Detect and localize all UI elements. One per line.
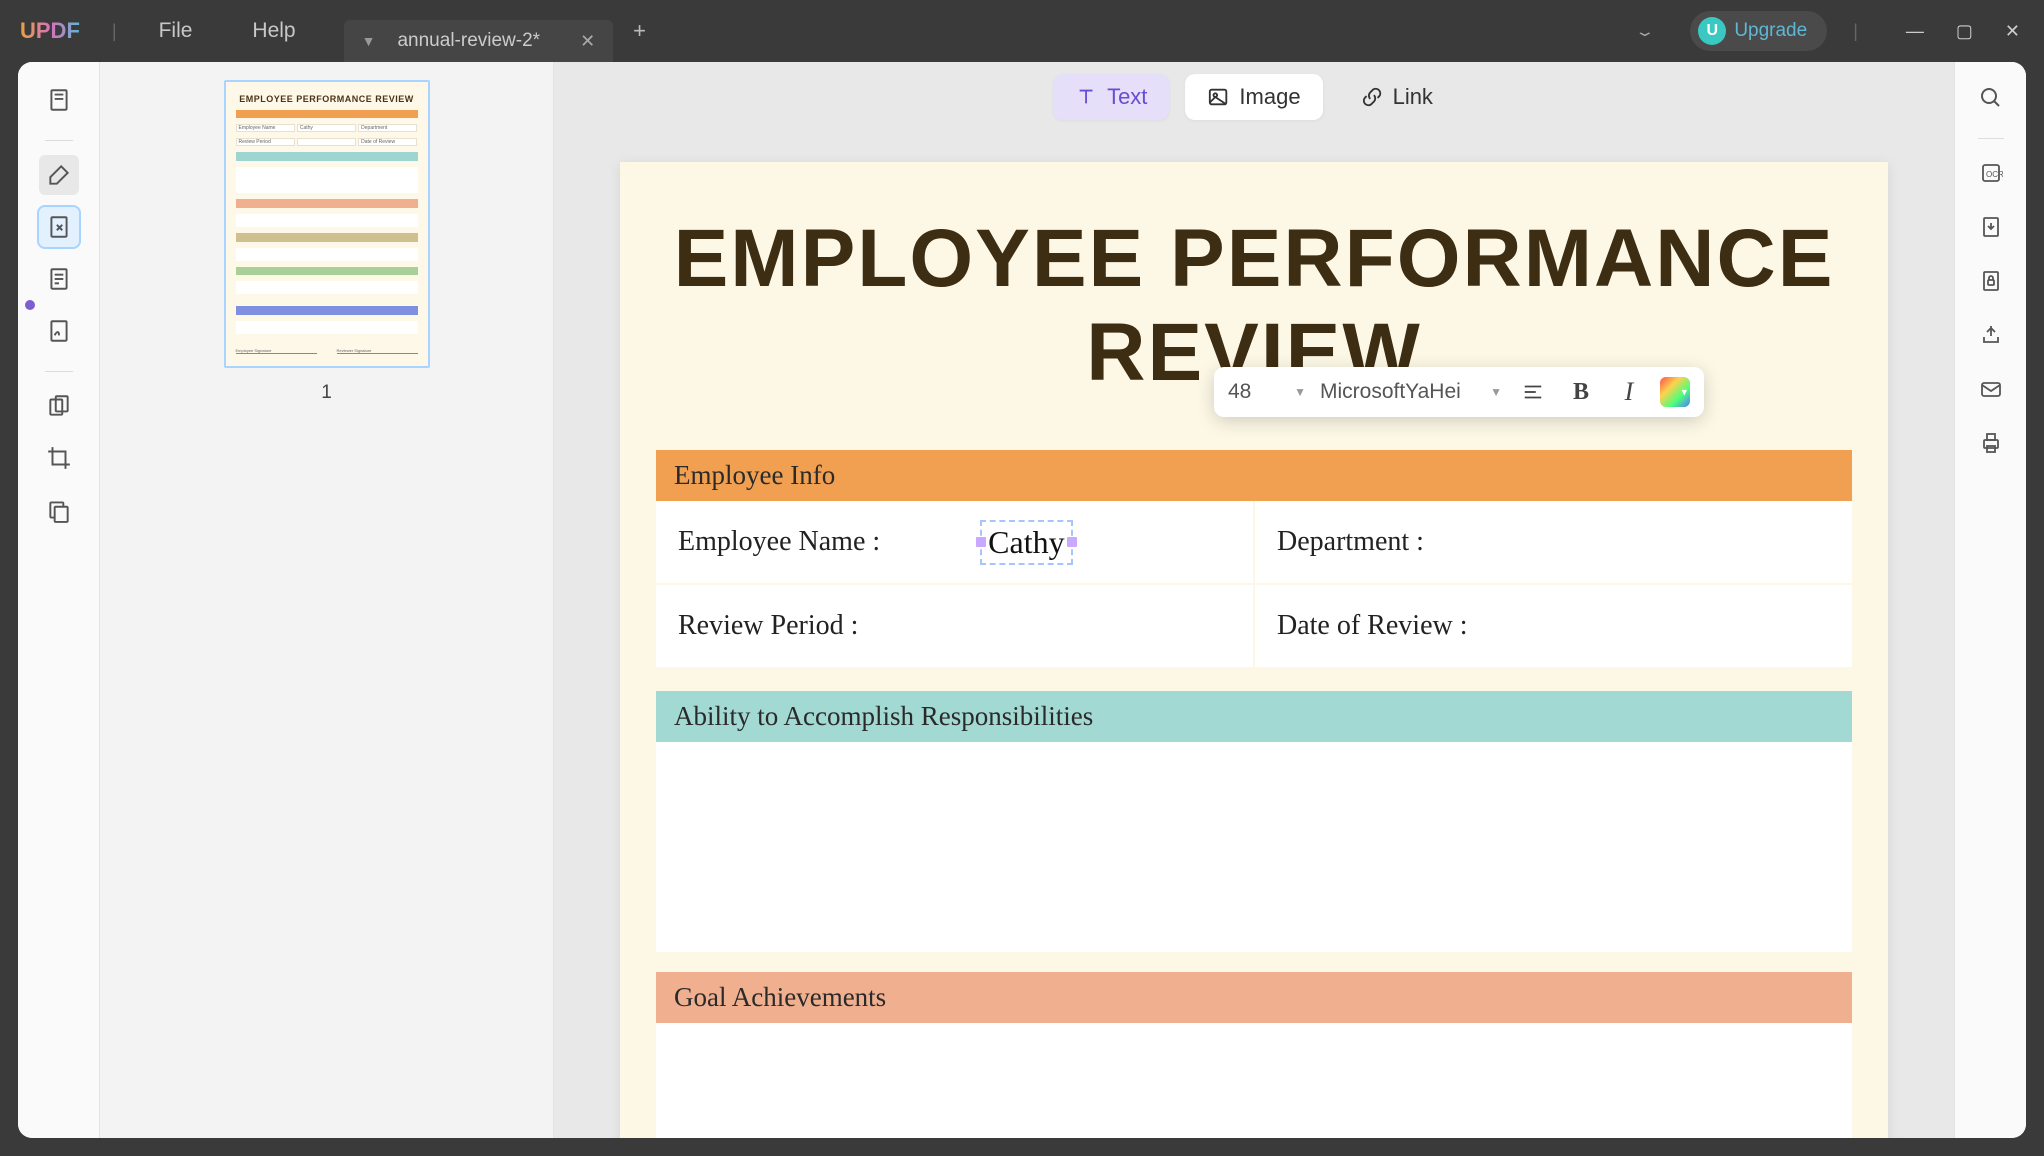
view-tool-button[interactable] xyxy=(39,80,79,120)
print-button[interactable] xyxy=(1973,425,2009,461)
thumb-title: EMPLOYEE PERFORMANCE REVIEW xyxy=(236,94,418,104)
section-header-employee-info[interactable]: Employee Info xyxy=(656,450,1852,501)
image-icon xyxy=(1207,86,1229,108)
chevron-down-icon: ▼ xyxy=(1490,385,1502,399)
crop-tool-button[interactable] xyxy=(39,438,79,478)
titlebar: UPDF | File Help ▼ annual-review-2* ✕ + … xyxy=(0,0,2044,62)
image-mode-label: Image xyxy=(1239,84,1300,110)
document-area: Text Image Link EMPLOYEE PERFORMANCE REV… xyxy=(554,62,1954,1138)
date-of-review-cell[interactable]: Date of Review : xyxy=(1255,585,1852,667)
text-format-toolbar: 48 ▼ MicrosoftYaHei ▼ B I ▾ xyxy=(1214,367,1704,417)
minimize-icon[interactable]: ― xyxy=(1906,21,1924,42)
highlight-tool-button[interactable] xyxy=(39,155,79,195)
review-period-cell[interactable]: Review Period : xyxy=(656,585,1253,667)
file-menu[interactable]: File xyxy=(129,19,223,43)
svg-text:OCR: OCR xyxy=(1986,170,2003,179)
protect-button[interactable] xyxy=(1973,263,2009,299)
active-indicator-icon xyxy=(25,300,35,310)
form-tool-button[interactable] xyxy=(39,259,79,299)
share-button[interactable] xyxy=(1973,317,2009,353)
align-left-icon xyxy=(1522,381,1544,403)
page-thumbnail[interactable]: EMPLOYEE PERFORMANCE REVIEW Employee Nam… xyxy=(224,80,430,368)
image-mode-button[interactable]: Image xyxy=(1185,74,1322,120)
chevron-down-icon: ▼ xyxy=(1294,385,1306,399)
user-badge-icon: U xyxy=(1698,17,1726,45)
upgrade-button[interactable]: U Upgrade xyxy=(1690,11,1827,51)
document-tab[interactable]: ▼ annual-review-2* ✕ xyxy=(344,20,614,62)
text-color-button[interactable]: ▾ xyxy=(1660,377,1690,407)
link-mode-label: Link xyxy=(1393,84,1433,110)
tab-title: annual-review-2* xyxy=(397,30,540,52)
italic-button[interactable]: I xyxy=(1612,375,1646,409)
app-logo: UPDF xyxy=(20,18,80,44)
link-icon xyxy=(1361,86,1383,108)
text-icon xyxy=(1075,86,1097,108)
align-button[interactable] xyxy=(1516,375,1550,409)
font-size-selector[interactable]: 48 ▼ xyxy=(1228,380,1306,404)
date-of-review-label: Date of Review : xyxy=(1277,610,1468,642)
upgrade-label: Upgrade xyxy=(1734,20,1807,42)
maximize-icon[interactable]: ▢ xyxy=(1956,21,1973,42)
help-menu[interactable]: Help xyxy=(222,19,325,43)
add-tab-button[interactable]: + xyxy=(633,18,646,44)
sign-tool-button[interactable] xyxy=(39,311,79,351)
separator: | xyxy=(100,21,129,42)
department-cell[interactable]: Department : xyxy=(1255,501,1852,583)
close-tab-icon[interactable]: ✕ xyxy=(580,31,595,52)
font-size-value: 48 xyxy=(1228,380,1251,404)
right-toolbar: OCR xyxy=(1954,62,2026,1138)
employee-name-cell[interactable]: Employee Name : Cathy xyxy=(656,501,1253,583)
ocr-button[interactable]: OCR xyxy=(1973,155,2009,191)
edit-mode-toolbar: Text Image Link xyxy=(1053,74,1455,120)
goals-body[interactable] xyxy=(656,1023,1852,1138)
search-button[interactable] xyxy=(1973,80,2009,116)
text-mode-label: Text xyxy=(1107,84,1147,110)
close-icon[interactable]: ✕ xyxy=(2005,21,2020,42)
employee-name-value[interactable]: Cathy xyxy=(980,520,1072,565)
selection-handle-icon[interactable] xyxy=(1067,537,1077,547)
link-mode-button[interactable]: Link xyxy=(1339,74,1455,120)
thumbnail-panel: EMPLOYEE PERFORMANCE REVIEW Employee Nam… xyxy=(100,62,554,1138)
review-period-label: Review Period : xyxy=(678,610,858,642)
section-header-goals[interactable]: Goal Achievements xyxy=(656,972,1852,1023)
section-header-responsibilities[interactable]: Ability to Accomplish Responsibilities xyxy=(656,691,1852,742)
chevron-down-icon[interactable]: ⌄ xyxy=(1634,23,1655,40)
redact-tool-button[interactable] xyxy=(39,490,79,530)
chevron-down-icon: ▾ xyxy=(1681,386,1687,399)
left-toolbar xyxy=(18,62,100,1138)
tab-dropdown-icon[interactable]: ▼ xyxy=(362,33,376,49)
selection-handle-icon[interactable] xyxy=(976,537,986,547)
organize-tool-button[interactable] xyxy=(39,386,79,426)
font-family-value: MicrosoftYaHei xyxy=(1320,380,1461,404)
bold-button[interactable]: B xyxy=(1564,375,1598,409)
employee-name-label: Employee Name : xyxy=(678,526,880,558)
edit-tool-button[interactable] xyxy=(39,207,79,247)
department-label: Department : xyxy=(1277,526,1424,558)
responsibilities-body[interactable] xyxy=(656,742,1852,952)
document-page[interactable]: EMPLOYEE PERFORMANCE REVIEW Employee Inf… xyxy=(620,162,1888,1138)
page-number: 1 xyxy=(321,382,332,404)
separator: | xyxy=(1841,21,1870,42)
export-button[interactable] xyxy=(1973,209,2009,245)
email-button[interactable] xyxy=(1973,371,2009,407)
font-family-selector[interactable]: MicrosoftYaHei ▼ xyxy=(1320,380,1502,404)
text-mode-button[interactable]: Text xyxy=(1053,74,1169,120)
